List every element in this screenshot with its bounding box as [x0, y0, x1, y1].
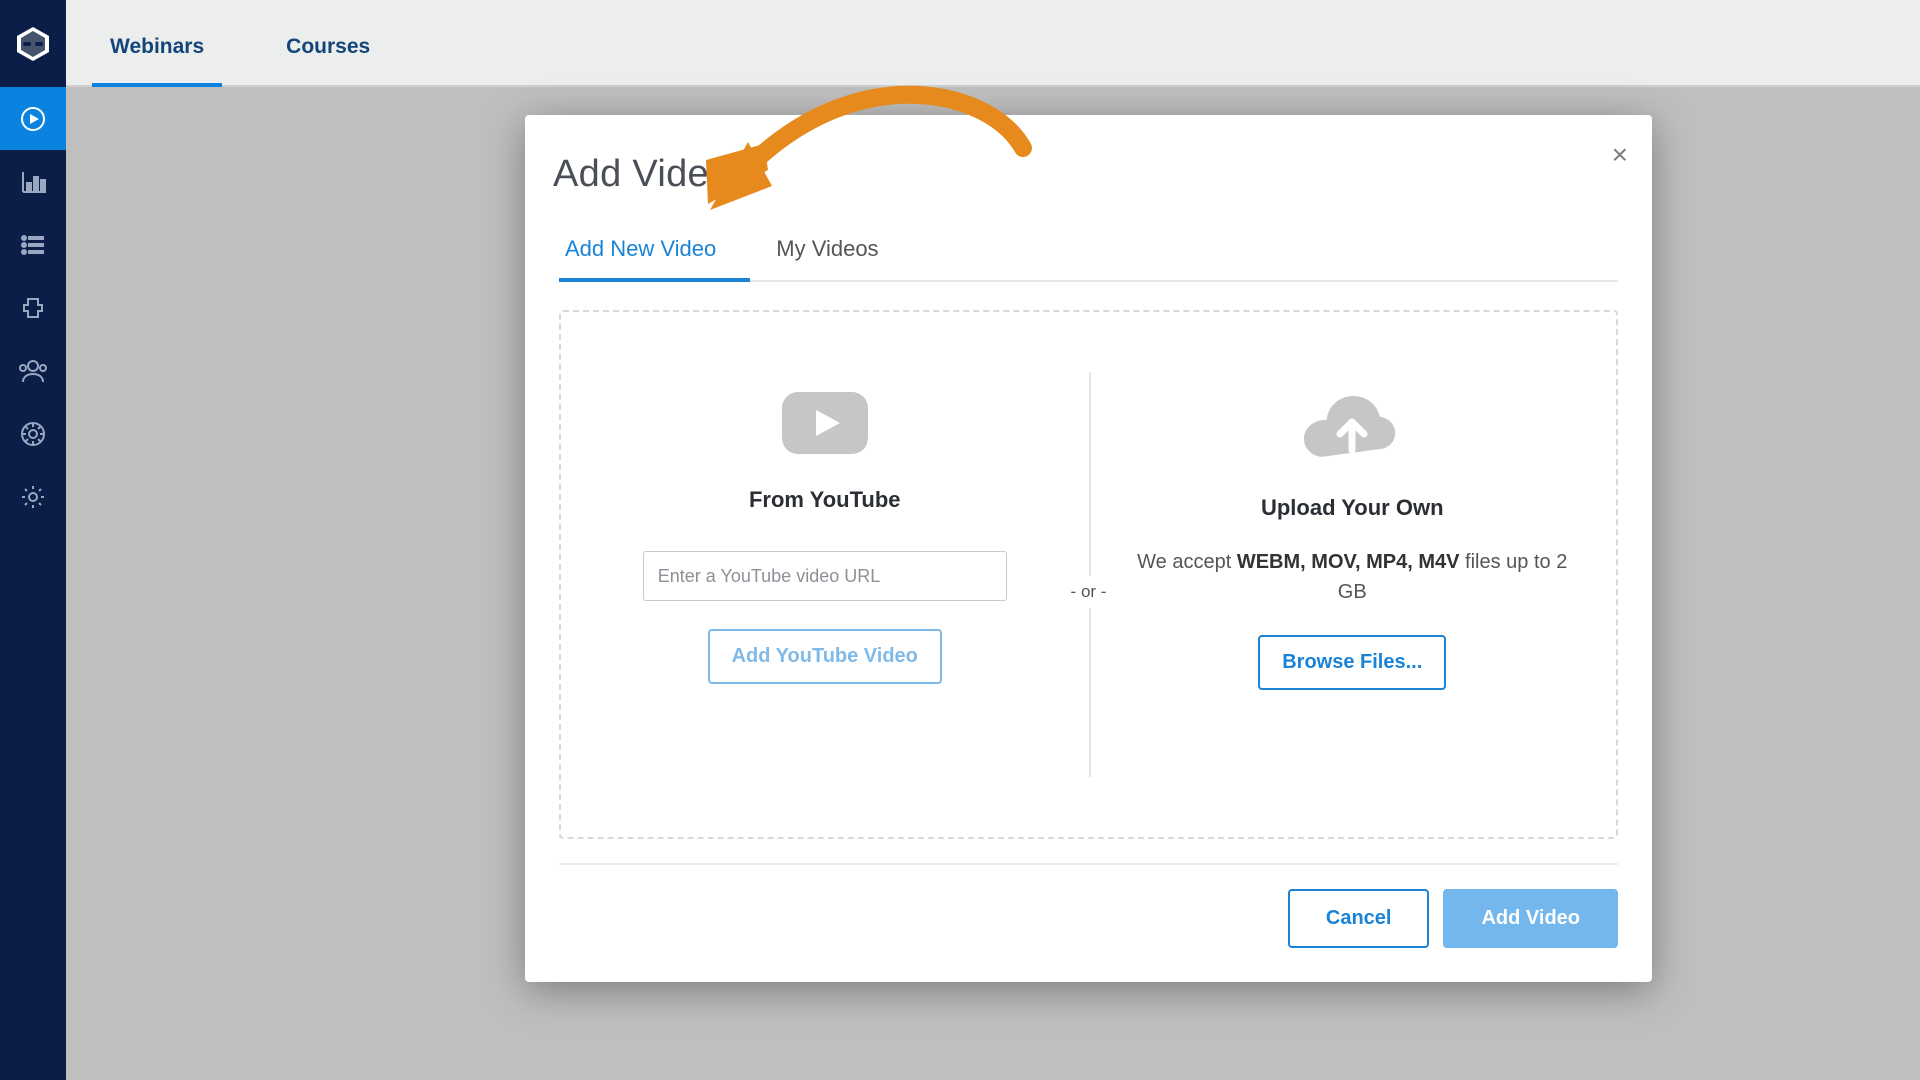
upload-section: Upload Your Own We accept WEBM, MOV, MP4… — [1089, 312, 1617, 837]
cloud-upload-icon — [1302, 392, 1402, 467]
upload-panel: - or - From YouTube Add YouTube Video Up… — [559, 310, 1618, 839]
close-icon[interactable]: × — [1612, 139, 1628, 171]
add-youtube-video-button[interactable]: Add YouTube Video — [708, 629, 942, 684]
panel-divider — [1089, 372, 1091, 777]
tab-my-videos[interactable]: My Videos — [770, 236, 912, 280]
tab-courses[interactable]: Courses — [268, 35, 388, 85]
tab-webinars[interactable]: Webinars — [92, 35, 222, 85]
sidebar-item-users[interactable] — [0, 339, 66, 402]
sidebar-item-play[interactable] — [0, 87, 66, 150]
youtube-icon — [782, 392, 868, 459]
app-logo — [0, 0, 66, 87]
or-label: - or - — [1063, 576, 1115, 608]
cancel-button[interactable]: Cancel — [1288, 889, 1430, 948]
modal-tabbar: Add New Video My Videos — [559, 236, 1618, 282]
tab-add-new-video[interactable]: Add New Video — [559, 236, 750, 280]
upload-hint: We accept WEBM, MOV, MP4, M4V files up t… — [1129, 547, 1577, 607]
youtube-url-input[interactable] — [643, 551, 1007, 601]
sidebar-item-analytics[interactable] — [0, 150, 66, 213]
add-video-modal: Add Video × Add New Video My Videos - or… — [525, 115, 1652, 982]
youtube-section: From YouTube Add YouTube Video — [561, 312, 1089, 837]
modal-title: Add Video — [553, 153, 1618, 196]
upload-hint-formats: WEBM, MOV, MP4, M4V — [1237, 551, 1460, 573]
sidebar-item-list[interactable] — [0, 213, 66, 276]
browse-files-button[interactable]: Browse Files... — [1258, 635, 1446, 690]
upload-title: Upload Your Own — [1261, 495, 1444, 521]
modal-footer: Cancel Add Video — [559, 863, 1618, 948]
add-video-button[interactable]: Add Video — [1443, 889, 1618, 948]
topbar: Webinars Courses — [66, 0, 1920, 87]
youtube-title: From YouTube — [749, 487, 901, 513]
sidebar — [0, 0, 66, 1080]
sidebar-item-integrations[interactable] — [0, 276, 66, 339]
sidebar-item-help[interactable] — [0, 402, 66, 465]
sidebar-item-settings[interactable] — [0, 465, 66, 528]
upload-hint-prefix: We accept — [1137, 551, 1237, 573]
